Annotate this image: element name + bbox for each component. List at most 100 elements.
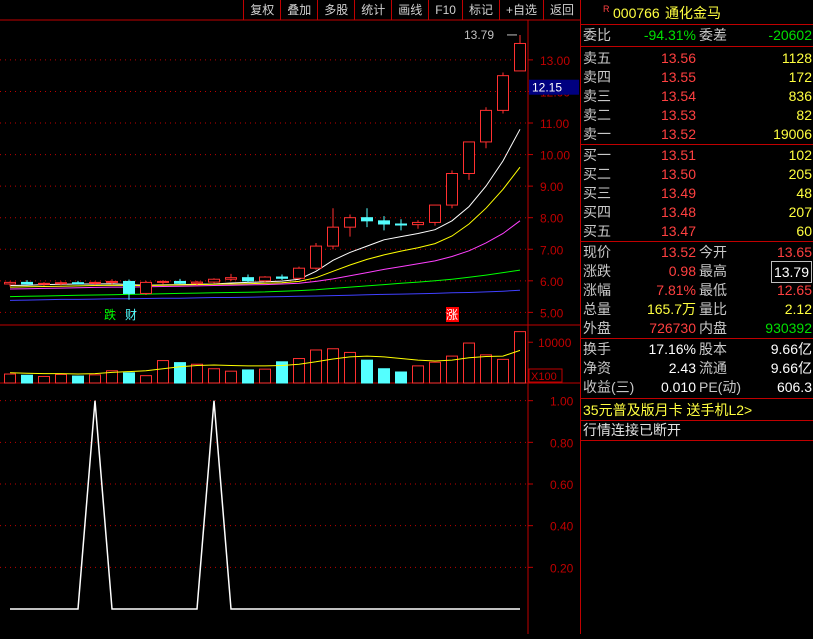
- volume-bar: [310, 349, 322, 384]
- divider: [581, 398, 813, 399]
- price-tick-label: 9.00: [540, 180, 564, 194]
- quote-price: 13.50: [660, 166, 696, 182]
- volume-bar: [21, 374, 33, 384]
- price-tick-label: 11.00: [540, 117, 569, 131]
- event-marker: 财: [125, 308, 137, 322]
- event-marker: 跌: [104, 307, 116, 322]
- volume-bar: [514, 331, 526, 384]
- quote-l1: 总量: [583, 301, 611, 317]
- quote-l1: 涨幅: [583, 282, 611, 298]
- candle-body: [446, 173, 458, 206]
- toolbar-button-4[interactable]: 画线: [391, 0, 428, 20]
- candle-body: [344, 217, 356, 228]
- volume-bar: [157, 360, 169, 384]
- candle-body: [106, 280, 118, 283]
- volume-unit-label: X100: [531, 371, 557, 383]
- volume-bar: [225, 370, 237, 384]
- volume-bar: [378, 368, 390, 384]
- toolbar-button-5[interactable]: F10: [428, 0, 462, 20]
- toolbar-button-8[interactable]: 返回: [542, 0, 580, 20]
- toolbar-button-6[interactable]: 标记: [461, 0, 499, 20]
- volume-bar: [4, 373, 16, 384]
- quote-row: 买一 13.51 102: [581, 145, 813, 165]
- quote-v2: 2.12: [784, 301, 812, 317]
- quote-label: 买二: [583, 166, 611, 182]
- volume-bar: [72, 375, 84, 384]
- candle-body: [38, 282, 50, 285]
- quote-v2: 9.66亿: [770, 341, 812, 357]
- divider: [581, 440, 813, 441]
- volume-bar: [89, 374, 101, 384]
- candle-body: [327, 226, 339, 247]
- quote-l2: PE(动): [699, 379, 741, 395]
- volume-bar: [123, 372, 135, 384]
- quote-row: 买二 13.50 205: [581, 164, 813, 184]
- quote-price: 13.54: [660, 88, 696, 104]
- quote-l1: 换手: [583, 341, 611, 357]
- quote-row: 买四 13.48 207: [581, 202, 813, 222]
- price-tick-label: 7.00: [540, 243, 564, 257]
- candle-body: [378, 220, 390, 225]
- quote-price: 13.56: [660, 50, 696, 66]
- quote-label: 卖二: [583, 107, 611, 123]
- chart-area[interactable]: 13.0012.0011.0010.009.008.007.006.005.00…: [0, 0, 580, 634]
- volume-tick-label: 10000: [538, 336, 572, 350]
- price-tick-label: 5.00: [540, 306, 564, 320]
- indicator-line: [10, 400, 520, 610]
- price-tick-label: 6.00: [540, 275, 564, 289]
- toolbar-button-0[interactable]: 复权: [243, 0, 280, 20]
- quote-row: 总量 165.7万 量比 2.12: [581, 299, 813, 319]
- candle-body: [208, 278, 220, 283]
- stock-header: R 000766 通化金马: [581, 3, 813, 23]
- quote-v2: 930392: [765, 320, 812, 336]
- quote-label: 买四: [583, 204, 611, 220]
- quote-v2: 12.65: [776, 282, 812, 298]
- kline-chart[interactable]: 13.0012.0011.0010.009.008.007.006.005.00…: [0, 0, 580, 634]
- status-row: 行情连接已断开: [581, 420, 813, 440]
- candle-body: [259, 276, 271, 282]
- candle-body: [21, 281, 33, 285]
- promo-link[interactable]: 35元普及版月卡 送手机L2>: [581, 400, 813, 420]
- quote-v2: 9.66亿: [770, 360, 812, 376]
- promo-text[interactable]: 35元普及版月卡 送手机L2>: [583, 400, 752, 420]
- quote-label: 买三: [583, 185, 611, 201]
- volume-bar: [480, 354, 492, 384]
- toolbar-button-1[interactable]: 叠加: [280, 0, 317, 20]
- quote-row: 涨跌 0.98 最高 13.79: [581, 261, 813, 283]
- volume-bar: [55, 373, 67, 384]
- volume-bar: [327, 348, 339, 384]
- candle-body: [463, 141, 475, 174]
- quote-l1: 净资: [583, 360, 611, 376]
- candle-body: [225, 277, 237, 280]
- quote-l2: 股本: [699, 341, 727, 357]
- stock-name: 通化金马: [665, 5, 721, 21]
- quote-l2: 流通: [699, 360, 727, 376]
- quote-vol: 1128: [781, 50, 812, 66]
- price-tick-label: 8.00: [540, 212, 564, 226]
- quote-row: 卖二 13.53 82: [581, 105, 813, 125]
- volume-bar: [395, 371, 407, 384]
- current-price-label: 12.15: [532, 81, 562, 95]
- toolbar-button-7[interactable]: +自选: [498, 0, 543, 20]
- quote-price: 13.49: [660, 185, 696, 201]
- weibi-label: 委比: [583, 27, 611, 43]
- weibi-value: -94.31%: [643, 27, 696, 43]
- quote-vol: 82: [796, 107, 812, 123]
- ma-line-ma2: [9, 166, 521, 288]
- event-marker: 涨: [446, 307, 458, 322]
- volume-bar: [429, 361, 441, 384]
- candle-body: [55, 282, 67, 285]
- quote-v1: 17.16%: [648, 341, 696, 357]
- quote-v2: 606.3: [776, 379, 812, 395]
- candle-body: [480, 109, 492, 143]
- toolbar-button-3[interactable]: 统计: [354, 0, 391, 20]
- candle-body: [140, 281, 152, 294]
- stock-code: 000766: [613, 5, 660, 21]
- quote-label: 买五: [583, 223, 611, 239]
- weibi-row: 委比 -94.31% 委差 -20602: [581, 25, 813, 45]
- candle-body: [497, 75, 509, 111]
- quote-row: 外盘 726730 内盘 930392: [581, 318, 813, 338]
- toolbar-button-2[interactable]: 多股: [317, 0, 354, 20]
- candle-body: [4, 281, 16, 285]
- quote-l1: 涨跌: [583, 263, 611, 279]
